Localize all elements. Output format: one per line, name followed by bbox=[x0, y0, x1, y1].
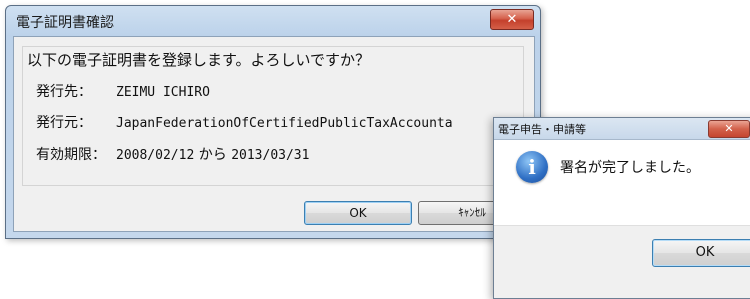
confirm-message: 以下の電子証明書を登録します。よろしいですか？ bbox=[27, 51, 371, 69]
issued-to-value: ZEIMU ICHIRO bbox=[116, 85, 210, 100]
dialog-footer: OK bbox=[494, 225, 750, 298]
validity-separator: から bbox=[198, 147, 227, 163]
close-button[interactable]: ✕ bbox=[490, 9, 534, 30]
signature-complete-message: 署名が完了しました。 bbox=[560, 160, 700, 176]
close-button[interactable]: ✕ bbox=[708, 120, 750, 138]
window-title: 電子証明書確認 bbox=[16, 15, 114, 31]
title-bar[interactable]: 電子証明書確認 ✕ bbox=[6, 6, 540, 35]
dialog-body: 以下の電子証明書を登録します。よろしいですか？ 発行先： ZEIMU ICHIRO… bbox=[13, 36, 535, 232]
info-icon: i bbox=[516, 151, 548, 183]
validity-to: 2013/03/31 bbox=[231, 148, 310, 163]
ok-button[interactable]: OK bbox=[652, 239, 750, 267]
ok-button[interactable]: OK bbox=[304, 201, 412, 225]
issuer-label: 発行元： bbox=[36, 115, 92, 131]
validity-row: 有効期限： 2008/02/12 から 2013/03/31 bbox=[36, 144, 309, 164]
certificate-info-group: 以下の電子証明書を登録します。よろしいですか？ 発行先： ZEIMU ICHIRO… bbox=[22, 46, 524, 186]
issuer-value: JapanFederationOfCertifiedPublicTaxAccou… bbox=[116, 116, 453, 131]
close-icon: ✕ bbox=[724, 122, 734, 135]
close-icon: ✕ bbox=[506, 12, 518, 27]
certificate-confirm-window: 電子証明書確認 ✕ 以下の電子証明書を登録します。よろしいですか？ 発行先： ZE… bbox=[5, 5, 541, 239]
issued-to-label: 発行先： bbox=[36, 84, 92, 100]
signature-complete-window: 電子申告・申請等 ✕ i 署名が完了しました。 OK bbox=[493, 117, 750, 299]
issuer-row: 発行元： JapanFederationOfCertifiedPublicTaxA… bbox=[36, 112, 453, 132]
window-title: 電子申告・申請等 bbox=[498, 123, 586, 136]
validity-from: 2008/02/12 bbox=[116, 148, 195, 163]
issued-to-row: 発行先： ZEIMU ICHIRO bbox=[36, 81, 210, 101]
validity-label: 有効期限： bbox=[36, 147, 106, 163]
title-bar[interactable]: 電子申告・申請等 ✕ bbox=[494, 118, 750, 140]
